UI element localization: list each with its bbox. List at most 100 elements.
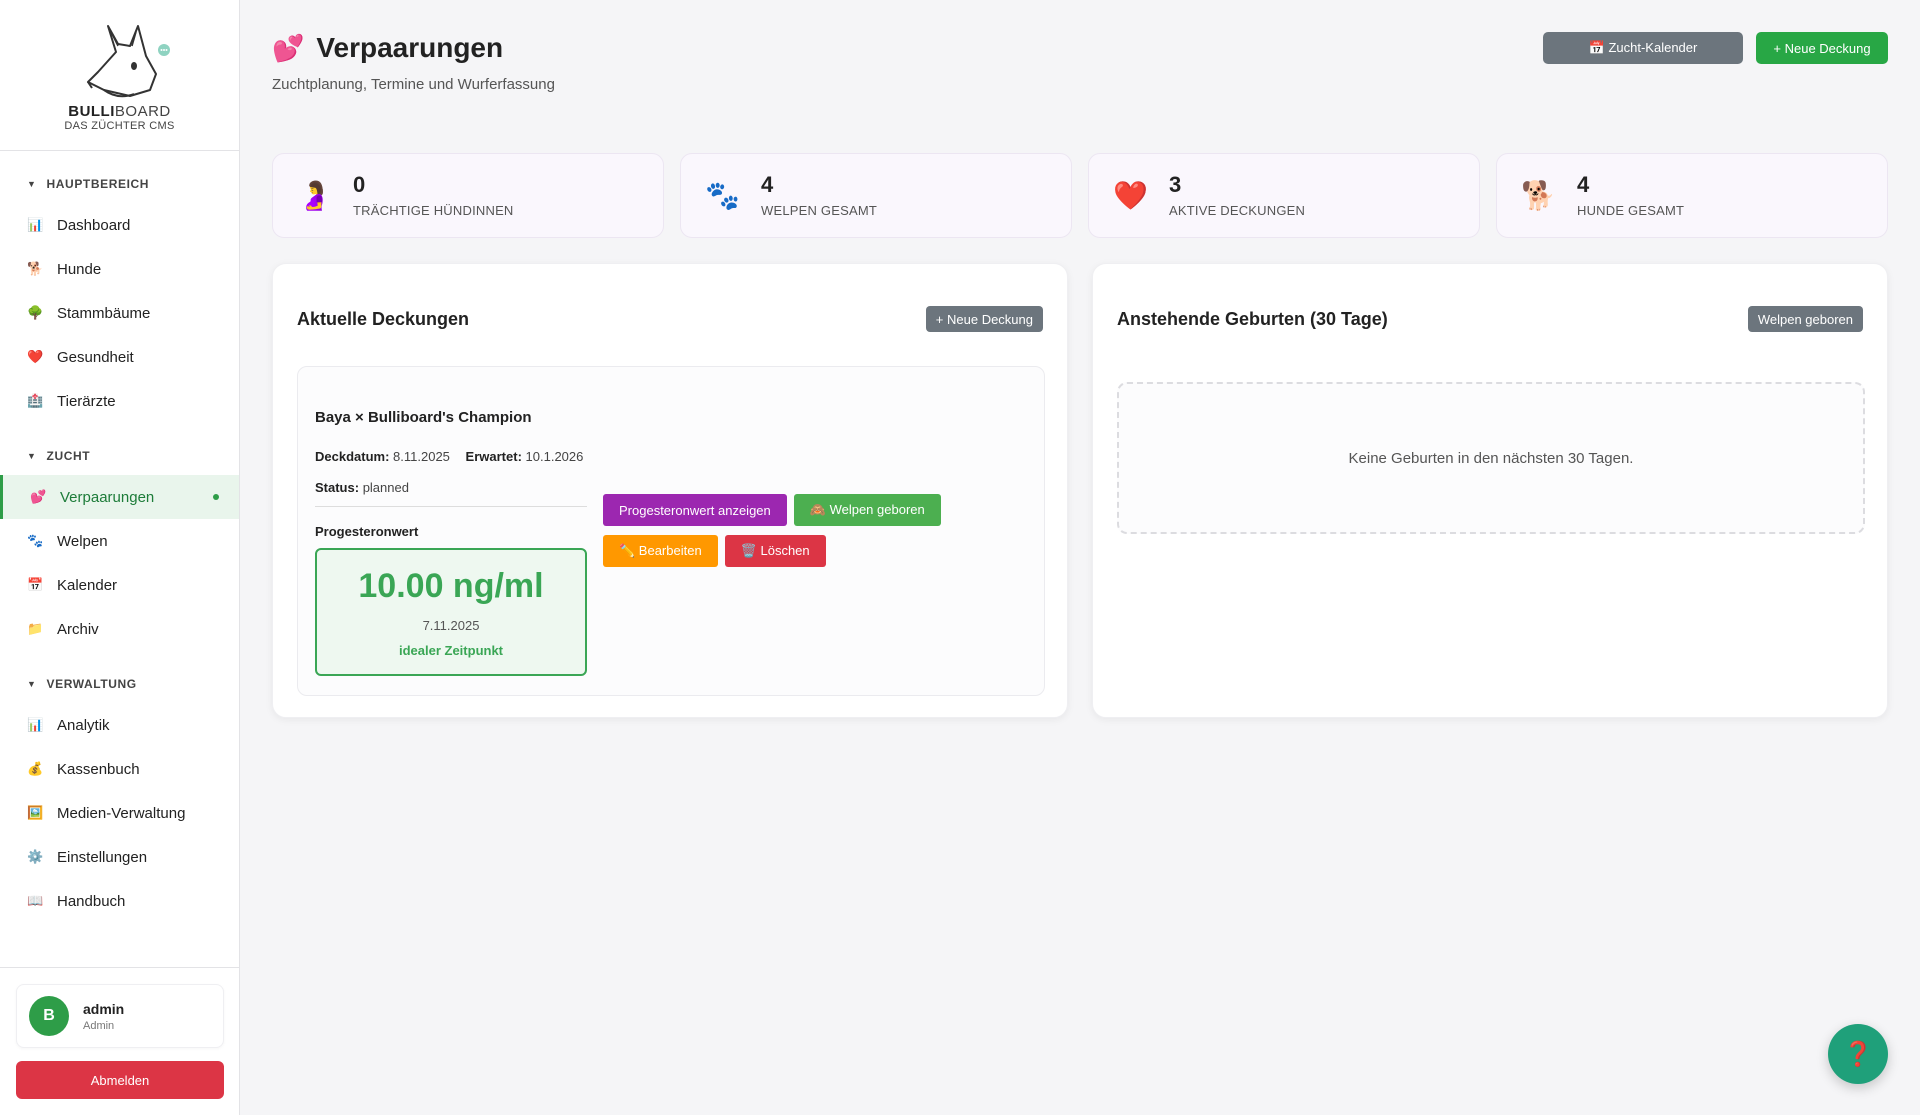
nav-heading[interactable]: ▼ ZUCHT: [0, 447, 239, 465]
sidebar-item-gesundheit[interactable]: ❤️ Gesundheit: [0, 335, 239, 379]
sidebar-item-kassenbuch[interactable]: 💰 Kassenbuch: [0, 747, 239, 791]
folder-icon: 📁: [27, 621, 44, 636]
stat-value: 3: [1169, 172, 1182, 197]
card-header: Anstehende Geburten (30 Tage) Welpen geb…: [1117, 306, 1863, 332]
collapse-triangle-icon: ▼: [27, 179, 37, 189]
sidebar: BULLIBOARD DAS ZÜCHTER CMS ▼ HAUPTBEREICH…: [0, 0, 240, 1115]
collapse-triangle-icon: ▼: [27, 451, 37, 461]
chart-icon: 📊: [27, 717, 44, 732]
edit-button[interactable]: ✏️ Bearbeiten: [603, 535, 718, 567]
sidebar-item-verpaarungen[interactable]: 💕 Verpaarungen: [0, 475, 239, 519]
progesterone-box: 10.00 ng/ml 7.11.2025 idealer Zeitpunkt: [315, 548, 587, 676]
sidebar-item-tieraerzte[interactable]: 🏥 Tierärzte: [0, 379, 239, 423]
stats-row: 🤰 0 TRÄCHTIGE HÜNDINNEN 🐾 4 WELPEN GESAMT …: [272, 153, 1888, 238]
avatar: B: [29, 996, 69, 1036]
two-hearts-icon: 💕: [30, 489, 47, 504]
user-card[interactable]: B admin Admin: [16, 984, 224, 1048]
mating-title: Baya × Bulliboard's Champion: [315, 409, 532, 426]
gear-icon: ⚙️: [27, 849, 44, 864]
header-actions: 📅 Zucht-Kalender + Neue Deckung: [1543, 32, 1888, 64]
progesterone-date: 7.11.2025: [422, 617, 480, 633]
breeding-calendar-button[interactable]: 📅 Zucht-Kalender: [1543, 32, 1743, 64]
brand-subtitle: DAS ZÜCHTER CMS: [64, 120, 175, 132]
card-title: Anstehende Geburten (30 Tage): [1117, 308, 1388, 329]
logout-button[interactable]: Abmelden: [16, 1061, 224, 1099]
dog-icon: 🐕: [27, 261, 44, 276]
card-header: Aktuelle Deckungen + Neue Deckung: [297, 306, 1043, 332]
show-progesterone-button[interactable]: Progesteronwert anzeigen: [603, 494, 787, 526]
new-mating-small-button[interactable]: + Neue Deckung: [925, 306, 1043, 332]
upcoming-births-card: Anstehende Geburten (30 Tage) Welpen geb…: [1092, 263, 1888, 718]
sidebar-item-hunde[interactable]: 🐕 Hunde: [0, 247, 239, 291]
nav-section-zucht: ▼ ZUCHT 💕 Verpaarungen 🐾 Welpen 📅 Kalender 📁…: [0, 447, 239, 651]
two-hearts-icon: 💕: [272, 32, 305, 63]
brand-name: BULLIBOARD: [68, 103, 171, 120]
progesterone-value: 10.00 ng/ml: [358, 566, 544, 605]
main-content: 💕 Verpaarungen Zuchtplanung, Termine und…: [240, 0, 1920, 1115]
progesterone-label: Progesteronwert: [315, 524, 419, 539]
new-mating-button[interactable]: + Neue Deckung: [1756, 32, 1888, 64]
divider: [315, 506, 587, 507]
mating-entry: Baya × Bulliboard's Champion Deckdatum: …: [297, 366, 1045, 696]
nav-heading[interactable]: ▼ HAUPTBEREICH: [0, 175, 239, 193]
bullterrier-logo-icon: [86, 25, 170, 98]
mating-actions: Progesteronwert anzeigen 🙈 Welpen gebore…: [603, 494, 1023, 567]
sidebar-item-kalender[interactable]: 📅 Kalender: [0, 563, 239, 607]
sidebar-item-einstellungen[interactable]: ⚙️ Einstellungen: [0, 835, 239, 879]
nav: ▼ HAUPTBEREICH 📊 Dashboard 🐕 Hunde 🌳 Stammbä…: [0, 175, 239, 923]
page-subtitle: Zuchtplanung, Termine und Wurferfassung: [272, 76, 555, 93]
chart-icon: 📊: [27, 217, 44, 232]
sidebar-item-analytik[interactable]: 📊 Analytik: [0, 703, 239, 747]
empty-state: Keine Geburten in den nächsten 30 Tagen.: [1117, 382, 1865, 534]
collapse-triangle-icon: ▼: [27, 679, 37, 689]
paw-icon: 🐾: [705, 180, 740, 211]
page-header: 💕 Verpaarungen Zuchtplanung, Termine und…: [272, 32, 555, 93]
sidebar-item-dashboard[interactable]: 📊 Dashboard: [0, 203, 239, 247]
stat-label: TRÄCHTIGE HÜNDINNEN: [353, 203, 514, 218]
sidebar-item-archiv[interactable]: 📁 Archiv: [0, 607, 239, 651]
card-title: Aktuelle Deckungen: [297, 308, 470, 329]
nav-heading[interactable]: ▼ VERWALTUNG: [0, 675, 239, 693]
current-matings-card: Aktuelle Deckungen + Neue Deckung Baya ×…: [272, 263, 1068, 718]
puppies-born-button[interactable]: 🙈 Welpen geboren: [793, 494, 941, 526]
sidebar-item-handbuch[interactable]: 📖 Handbuch: [0, 879, 239, 923]
delete-button[interactable]: 🗑️ Löschen: [724, 535, 826, 567]
stat-card-puppies: 🐾 4 WELPEN GESAMT: [680, 153, 1072, 238]
stat-value: 4: [761, 172, 774, 197]
stat-label: WELPEN GESAMT: [761, 203, 878, 218]
stat-card-active-matings: ❤️ 3 AKTIVE DECKUNGEN: [1088, 153, 1480, 238]
pregnant-woman-icon: 🤰: [297, 180, 332, 211]
stat-label: HUNDE GESAMT: [1577, 203, 1685, 218]
stat-value: 4: [1577, 172, 1590, 197]
heart-icon: ❤️: [1113, 180, 1148, 211]
help-button[interactable]: ❓: [1828, 1024, 1888, 1084]
user-name: admin: [83, 1000, 125, 1017]
hospital-icon: 🏥: [27, 393, 44, 408]
sidebar-footer: B admin Admin Abmelden: [0, 967, 240, 1115]
sidebar-item-stammbaeume[interactable]: 🌳 Stammbäume: [0, 291, 239, 335]
logo[interactable]: BULLIBOARD DAS ZÜCHTER CMS: [0, 0, 239, 151]
book-icon: 📖: [27, 893, 44, 908]
money-bag-icon: 💰: [27, 761, 44, 776]
paw-icon: 🐾: [27, 533, 44, 548]
sidebar-item-medien-verwaltung[interactable]: 🖼️ Medien-Verwaltung: [0, 791, 239, 835]
stat-card-pregnant: 🤰 0 TRÄCHTIGE HÜNDINNEN: [272, 153, 664, 238]
progesterone-note: idealer Zeitpunkt: [398, 642, 504, 658]
page-title: 💕 Verpaarungen: [272, 32, 504, 63]
tree-icon: 🌳: [27, 305, 44, 320]
nav-section-verwaltung: ▼ VERWALTUNG 📊 Analytik 💰 Kassenbuch 🖼️ Medi…: [0, 675, 239, 923]
dog-icon: 🐕: [1521, 180, 1556, 211]
stat-card-dogs: 🐕 4 HUNDE GESAMT: [1496, 153, 1888, 238]
puppies-born-small-button[interactable]: Welpen geboren: [1747, 306, 1863, 332]
heart-icon: ❤️: [27, 349, 44, 364]
picture-icon: 🖼️: [27, 805, 44, 820]
calendar-icon: 📅: [27, 577, 44, 592]
mating-status: Status: planned: [315, 480, 409, 495]
question-mark-icon: ❓: [1843, 1040, 1873, 1068]
stat-label: AKTIVE DECKUNGEN: [1169, 203, 1306, 218]
active-indicator-dot: [213, 494, 219, 500]
user-role: Admin: [83, 1019, 115, 1032]
sidebar-item-welpen[interactable]: 🐾 Welpen: [0, 519, 239, 563]
mating-dates: Deckdatum: 8.11.2025 Erwartet: 10.1.2026: [315, 449, 584, 464]
stat-value: 0: [353, 172, 366, 197]
